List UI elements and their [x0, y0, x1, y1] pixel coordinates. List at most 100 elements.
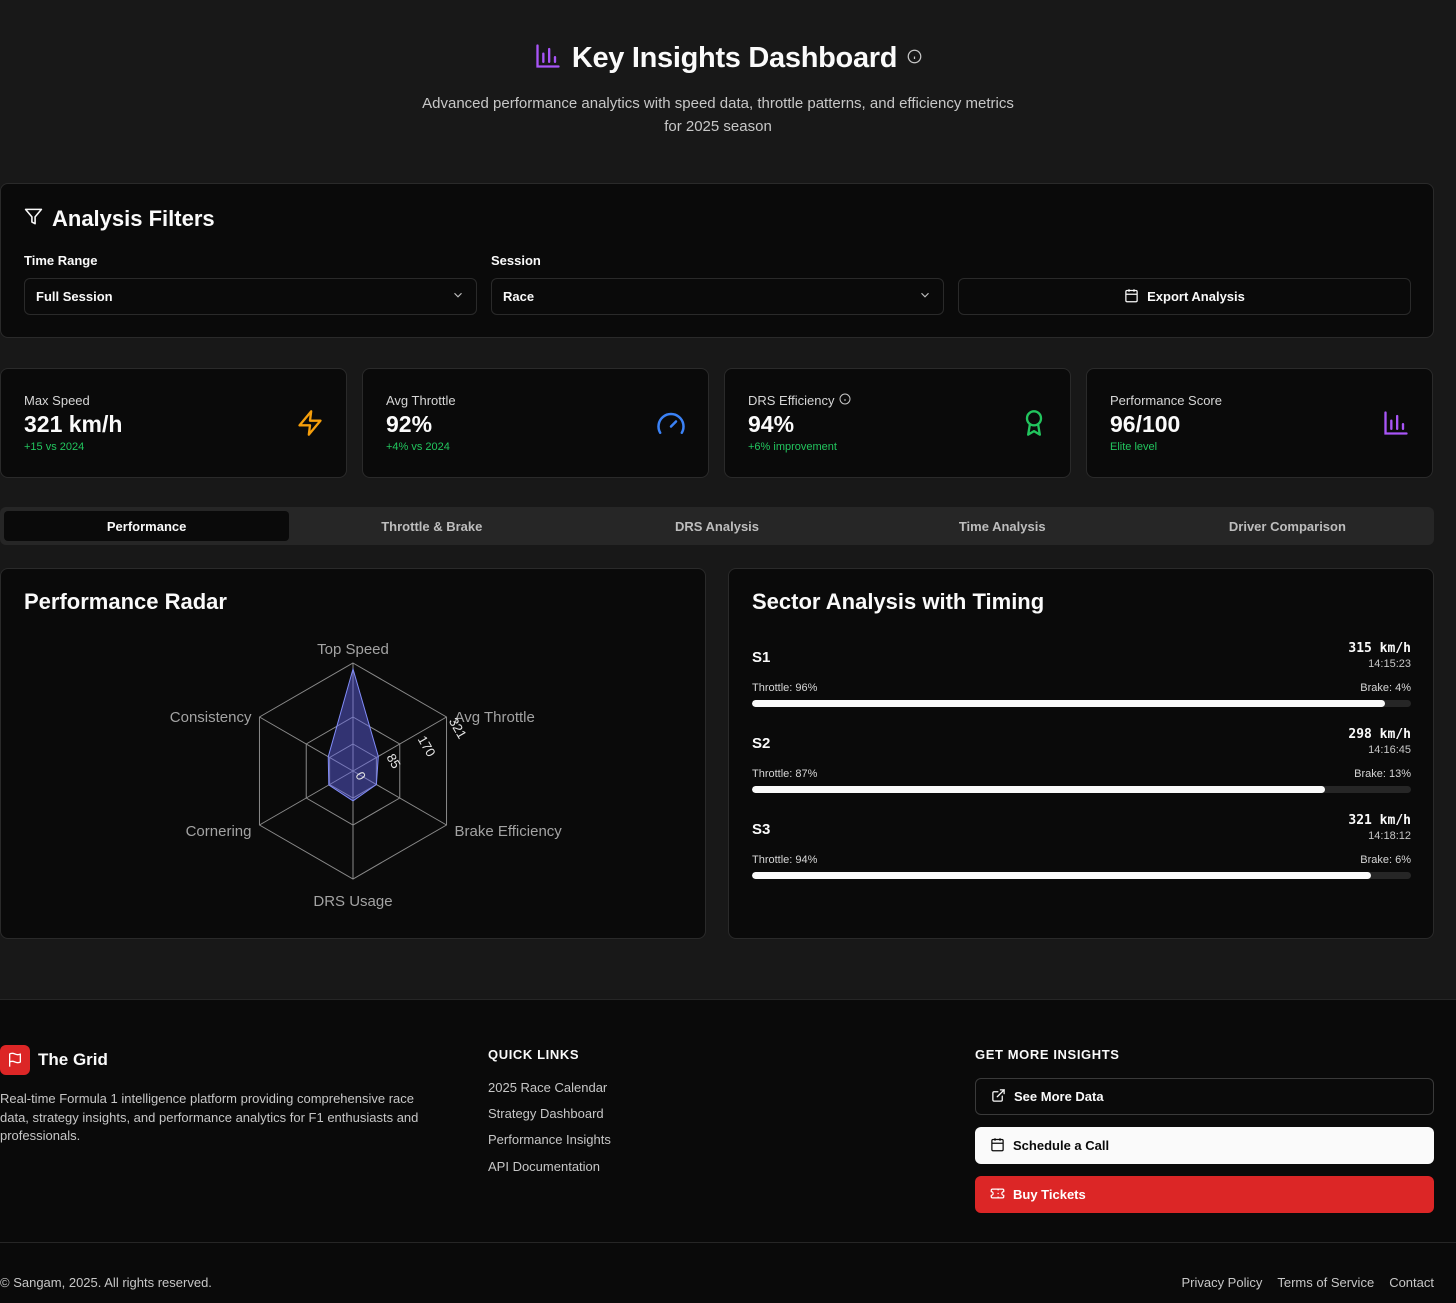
sector-title: Sector Analysis with Timing: [752, 589, 1045, 614]
tab-drs-analysis[interactable]: DRS Analysis: [574, 511, 859, 541]
stat-label-row: DRS Efficiency: [748, 393, 851, 408]
time-range-select[interactable]: Full Session: [24, 278, 477, 315]
stat-value: 94%: [748, 411, 795, 437]
time-range-label: Time Range: [24, 253, 98, 268]
radar-series-area: [327, 667, 379, 802]
gauge-icon: [656, 409, 686, 444]
sector-analysis-card: Sector Analysis with Timing S1 315 km/h …: [728, 568, 1434, 939]
see-more-data-button[interactable]: See More Data: [975, 1078, 1434, 1115]
quick-link-performance-insights[interactable]: Performance Insights: [488, 1131, 611, 1157]
footer-description: Real-time Formula 1 intelligence platfor…: [0, 1091, 419, 1143]
radar-tick-label: 85: [384, 751, 404, 771]
sector-speed: 321 km/h: [1348, 813, 1411, 828]
info-icon[interactable]: [907, 49, 922, 69]
quick-links-list: 2025 Race Calendar Strategy Dashboard Pe…: [488, 1079, 611, 1184]
tab-performance[interactable]: Performance: [4, 511, 290, 541]
stat-label: Performance Score: [1110, 393, 1222, 408]
sector-brake: Brake: 6%: [1360, 854, 1411, 866]
tab-driver-comparison[interactable]: Driver Comparison: [1145, 511, 1430, 541]
site-footer: The Grid Real-time Formula 1 intelligenc…: [0, 999, 1456, 1303]
title-row: Key Insights Dashboard: [0, 42, 1456, 75]
ticket-icon: [990, 1186, 1005, 1204]
quick-link-race-calendar[interactable]: 2025 Race Calendar: [488, 1079, 611, 1105]
sector-throttle: Throttle: 96%: [752, 682, 818, 694]
radar-axis-label: DRS Usage: [313, 893, 392, 910]
bar-chart-icon: [534, 42, 562, 75]
terms-of-service-link[interactable]: Terms of Service: [1277, 1275, 1374, 1290]
sector-time: 14:15:23: [1368, 658, 1411, 670]
session-value: Race: [503, 289, 535, 304]
brand-name: The Grid: [38, 1050, 108, 1069]
time-range-value: Full Session: [36, 289, 113, 304]
analysis-tabs: Performance Throttle & Brake DRS Analysi…: [0, 507, 1434, 545]
buy-tickets-label: Buy Tickets: [1013, 1187, 1086, 1202]
tab-time-analysis[interactable]: Time Analysis: [860, 511, 1145, 541]
lightning-icon: [296, 409, 324, 442]
stat-label: Max Speed: [24, 393, 90, 408]
radar-chart: Top Speed Avg Throttle Brake Efficiency DRS…: [170, 641, 563, 910]
radar-axis-label: Consistency: [170, 709, 252, 726]
filter-icon: [24, 206, 43, 232]
calendar-icon: [990, 1137, 1005, 1155]
export-analysis-button[interactable]: Export Analysis: [958, 278, 1411, 315]
buy-tickets-button[interactable]: Buy Tickets: [975, 1176, 1434, 1213]
tab-throttle-brake[interactable]: Throttle & Brake: [289, 511, 574, 541]
throttle-bar-fill: [752, 786, 1326, 793]
stat-value: 92%: [386, 411, 433, 437]
info-icon[interactable]: [839, 393, 851, 408]
radar-axis-label: Cornering: [186, 823, 252, 840]
bar-chart-icon: [1382, 409, 1410, 442]
page-subtitle: Advanced performance analytics with spee…: [422, 95, 1014, 135]
analysis-filters-card: Analysis Filters Time Range Full Session…: [0, 183, 1434, 338]
sector-throttle: Throttle: 94%: [752, 854, 818, 866]
export-label: Export Analysis: [1147, 289, 1245, 304]
sector-name: S3: [752, 821, 771, 838]
sector-name: S1: [752, 649, 771, 666]
page-title: Key Insights Dashboard: [571, 42, 898, 74]
throttle-bar-fill: [752, 872, 1372, 879]
stat-card-performance-score: Performance Score 96/100 Elite level: [1086, 368, 1433, 478]
contact-link[interactable]: Contact: [1389, 1275, 1434, 1290]
throttle-bar: [752, 786, 1411, 793]
stat-value: 96/100: [1110, 411, 1181, 437]
schedule-call-label: Schedule a Call: [1013, 1138, 1110, 1153]
external-link-icon: [991, 1088, 1006, 1106]
stat-card-drs-efficiency: DRS Efficiency 94% +6% improvement: [724, 368, 1071, 478]
legal-links: Privacy Policy Terms of Service Contact: [1181, 1275, 1434, 1290]
throttle-bar-fill: [752, 700, 1385, 707]
insights-heading: GET MORE INSIGHTS: [975, 1047, 1120, 1062]
quick-link-strategy-dashboard[interactable]: Strategy Dashboard: [488, 1105, 611, 1131]
sector-brake: Brake: 13%: [1354, 768, 1411, 780]
calendar-icon: [1124, 288, 1139, 306]
stat-value: 321 km/h: [24, 411, 123, 437]
throttle-bar: [752, 872, 1411, 879]
performance-radar-card: Performance Radar Top Speed Avg Throttle B…: [0, 568, 706, 939]
sector-row-s1: S1 315 km/h 14:15:23 Throttle: 96% Brake…: [752, 641, 1411, 727]
stat-card-avg-throttle: Avg Throttle 92% +4% vs 2024: [362, 368, 709, 478]
sector-time: 14:16:45: [1368, 744, 1411, 756]
stat-delta: Elite level: [1110, 441, 1158, 453]
radar-tick-label: 170: [415, 733, 439, 759]
see-more-data-label: See More Data: [1014, 1089, 1104, 1104]
schedule-call-button[interactable]: Schedule a Call: [975, 1127, 1434, 1164]
sector-brake: Brake: 4%: [1360, 682, 1411, 694]
filters-title: Analysis Filters: [24, 206, 215, 232]
stat-label: Avg Throttle: [386, 393, 456, 408]
filters-title-text: Analysis Filters: [52, 206, 215, 231]
sector-speed: 315 km/h: [1348, 641, 1411, 656]
radar-axis-label: Avg Throttle: [455, 709, 535, 726]
stat-label: DRS Efficiency: [748, 393, 835, 408]
sector-throttle: Throttle: 87%: [752, 768, 818, 780]
chevron-down-icon: [918, 288, 932, 305]
sector-time: 14:18:12: [1368, 830, 1411, 842]
quick-link-api-documentation[interactable]: API Documentation: [488, 1158, 611, 1184]
stat-card-max-speed: Max Speed 321 km/h +15 vs 2024: [0, 368, 347, 478]
footer-brand[interactable]: The Grid: [0, 1045, 108, 1075]
session-label: Session: [491, 253, 541, 268]
copyright: © Sangam, 2025. All rights reserved.: [0, 1275, 212, 1290]
privacy-policy-link[interactable]: Privacy Policy: [1181, 1275, 1262, 1290]
session-select[interactable]: Race: [491, 278, 944, 315]
quick-links-heading: QUICK LINKS: [488, 1047, 580, 1062]
sector-row-s3: S3 321 km/h 14:18:12 Throttle: 94% Brake…: [752, 813, 1411, 899]
radar-axis-label: Top Speed: [317, 641, 389, 658]
